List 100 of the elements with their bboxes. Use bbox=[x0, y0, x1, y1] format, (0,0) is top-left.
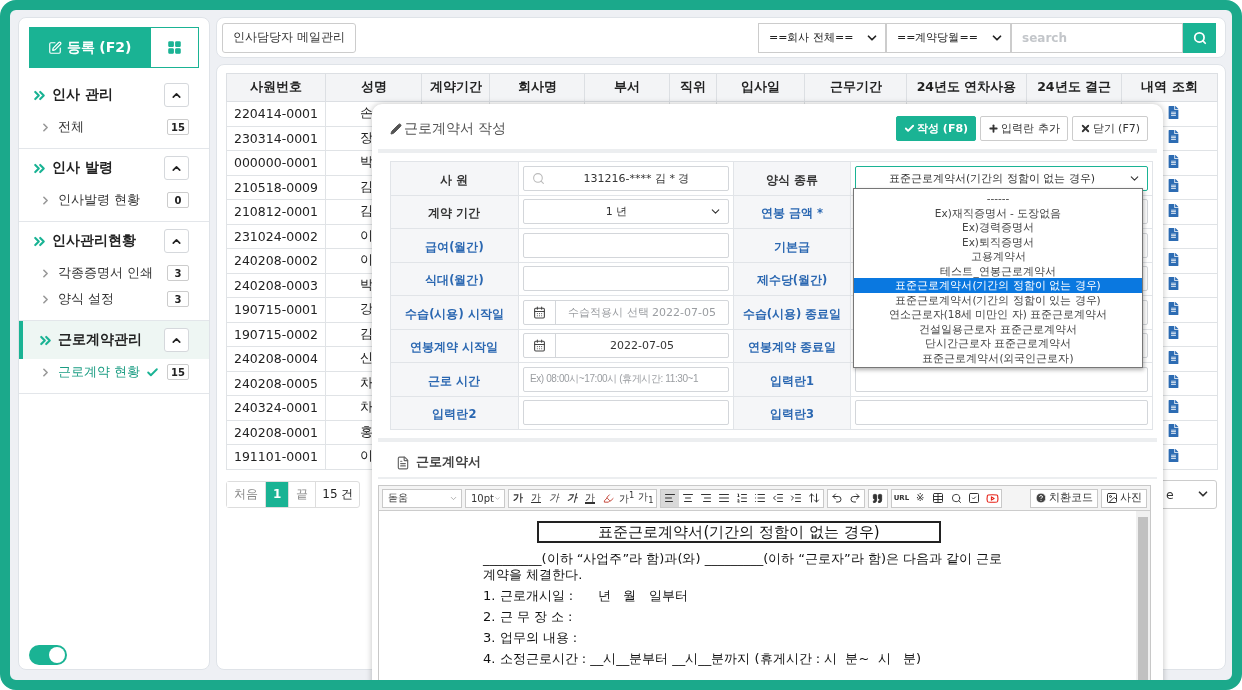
total-count: 15 건 bbox=[321, 485, 355, 503]
input-field[interactable] bbox=[523, 232, 729, 258]
name-text: 박 bbox=[360, 154, 373, 172]
format-button[interactable]: 가 bbox=[509, 489, 527, 507]
count-badge: 0 bbox=[167, 192, 189, 208]
document-icon[interactable] bbox=[1167, 326, 1180, 340]
document-icon[interactable] bbox=[1167, 252, 1180, 266]
group-header[interactable]: 인사관리현황 bbox=[19, 222, 209, 260]
group-header[interactable]: 근로계약관리 bbox=[19, 321, 209, 359]
menu-item[interactable]: 근로계약 현황 bbox=[58, 363, 140, 381]
field-label: 계약 기간 bbox=[428, 206, 481, 221]
select-field[interactable]: 1 년 bbox=[523, 199, 729, 225]
document-icon[interactable] bbox=[1167, 228, 1180, 242]
document-paragraph: 4. 소정근로시간 : __시__분부터 __시__분까지 (휴게시간 : 시 분~ 시 분) bbox=[483, 651, 923, 667]
format-button[interactable]: 가 bbox=[563, 489, 581, 507]
scrollbar[interactable] bbox=[1136, 511, 1150, 680]
group-header[interactable]: 인사 관리 bbox=[19, 76, 209, 114]
document-icon[interactable] bbox=[1167, 105, 1180, 119]
format-button[interactable]: 가 bbox=[545, 489, 563, 507]
document-icon[interactable] bbox=[1167, 179, 1180, 193]
group-header[interactable]: 인사 발령 bbox=[19, 149, 209, 187]
input-field[interactable] bbox=[855, 400, 1148, 426]
collapse-button[interactable] bbox=[164, 328, 189, 352]
document-icon[interactable] bbox=[1167, 203, 1180, 217]
field-label: 근로 시간 bbox=[428, 373, 481, 388]
undo-icon bbox=[830, 492, 843, 504]
mail-management-button[interactable]: 인사담당자 메일관리 bbox=[222, 22, 356, 53]
plus-icon bbox=[988, 123, 1000, 134]
search-button[interactable] bbox=[1183, 22, 1216, 53]
dropdown-option[interactable]: 표준근로계약서(기간의 정함이 없는 경우) bbox=[854, 278, 1142, 293]
ordered-list-icon bbox=[735, 492, 748, 504]
font-size-select[interactable]: 10pt bbox=[465, 488, 505, 508]
photo-button[interactable]: 사진 bbox=[1101, 488, 1147, 508]
name-text: 김 bbox=[360, 203, 373, 221]
select-field[interactable]: 표준근로계약서(기간의 정함이 없는 경우) bbox=[855, 165, 1148, 191]
dropdown-option[interactable]: Ex)경력증명서 bbox=[854, 220, 1142, 235]
collapse-button[interactable] bbox=[164, 83, 189, 107]
document-icon[interactable] bbox=[1167, 154, 1180, 168]
field-label: 연봉 금액 * bbox=[761, 206, 823, 221]
format-button[interactable]: 가 bbox=[527, 489, 545, 507]
collapse-button[interactable] bbox=[164, 229, 189, 253]
employee-search-field[interactable]: 131216-**** 김 * 경 bbox=[523, 165, 729, 191]
document-icon[interactable] bbox=[1167, 448, 1180, 462]
check-icon bbox=[146, 365, 159, 379]
edit-icon bbox=[47, 40, 62, 55]
menu-item[interactable]: 인사발령 현황 bbox=[58, 191, 140, 209]
section-title: 근로계약서 bbox=[416, 454, 481, 471]
close-button[interactable]: 닫기 (F7) bbox=[1071, 116, 1148, 141]
dropdown-option[interactable]: 고용계약서 bbox=[854, 249, 1142, 264]
menu-item[interactable]: 각종증명서 인쇄 bbox=[58, 264, 153, 282]
font-select[interactable]: 돋움 bbox=[382, 488, 462, 508]
collapse-button[interactable] bbox=[164, 156, 189, 180]
document-icon[interactable] bbox=[1167, 277, 1180, 291]
group-title: 인사 관리 bbox=[52, 86, 114, 104]
document-icon[interactable] bbox=[1167, 424, 1180, 438]
align-button[interactable] bbox=[660, 489, 679, 507]
search-field[interactable]: search bbox=[1011, 22, 1183, 53]
dialog-title: 근로계약서 작성 bbox=[390, 119, 893, 138]
format-button[interactable]: 가 bbox=[581, 489, 599, 507]
calendar-icon bbox=[533, 305, 546, 319]
menu-item[interactable]: 전체 bbox=[58, 118, 84, 136]
dropdown-option[interactable]: 단시간근로자 표준근로계약서 bbox=[854, 336, 1142, 351]
grid-view-button[interactable] bbox=[150, 27, 199, 68]
column-header: 근무기간 bbox=[804, 73, 907, 102]
symbol-button[interactable]: ※ bbox=[911, 489, 930, 507]
indent-icon bbox=[789, 492, 802, 504]
dropdown-option[interactable]: ------ bbox=[854, 191, 1142, 206]
align-icon bbox=[663, 492, 676, 504]
input-field[interactable] bbox=[523, 400, 729, 426]
dropdown-option[interactable]: 연소근로자(18세 미만인 자) 표준근로계약서 bbox=[854, 307, 1142, 322]
document-icon[interactable] bbox=[1167, 350, 1180, 364]
company-select[interactable]: ==회사 전체== bbox=[758, 22, 886, 53]
name-text: 차 bbox=[360, 374, 373, 392]
document-icon[interactable] bbox=[1167, 399, 1180, 413]
add-field-button[interactable]: 입력란 추가 bbox=[980, 116, 1068, 141]
align-icon bbox=[681, 492, 694, 504]
quote-button[interactable] bbox=[867, 488, 888, 508]
format-button[interactable]: 가$_{1}$ bbox=[636, 489, 656, 507]
document-icon[interactable] bbox=[1167, 130, 1180, 144]
menu-item[interactable]: 양식 설정 bbox=[58, 290, 114, 308]
document-icon[interactable] bbox=[1167, 375, 1180, 389]
document-paragraph: 1. 근로개시일 : 년 월 일부터 bbox=[483, 588, 689, 604]
input-field[interactable] bbox=[855, 366, 1148, 392]
substitution-code-button[interactable]: 치환코드 bbox=[1030, 488, 1098, 508]
table-cell: 190715-0002 bbox=[226, 322, 326, 347]
document-paragraph: _________(이하 “사업주”라 함)과(와) _________(이하 “근로자”라 함)은 다음과 같이 근로계약을 체결한다. bbox=[483, 551, 1004, 583]
field-label: 기본급 bbox=[774, 239, 810, 254]
search-icon bbox=[532, 171, 545, 185]
input-field[interactable] bbox=[523, 266, 729, 292]
month-select[interactable]: ==계약당월== bbox=[886, 22, 1011, 53]
document-icon[interactable] bbox=[1167, 301, 1180, 315]
column-header: 사원번호 bbox=[226, 73, 326, 102]
first-page-button[interactable]: 처음 bbox=[227, 481, 266, 507]
toggle-switch[interactable] bbox=[29, 645, 67, 665]
grid-icon bbox=[167, 40, 182, 55]
format-button[interactable]: 가$^{1}$ bbox=[617, 489, 637, 507]
column-header: 내역 조회 bbox=[1121, 73, 1218, 102]
date-field[interactable]: 2022-07-05 bbox=[523, 333, 729, 359]
count-badge: 3 bbox=[167, 265, 189, 281]
field-label: 입력란1 bbox=[770, 373, 814, 388]
